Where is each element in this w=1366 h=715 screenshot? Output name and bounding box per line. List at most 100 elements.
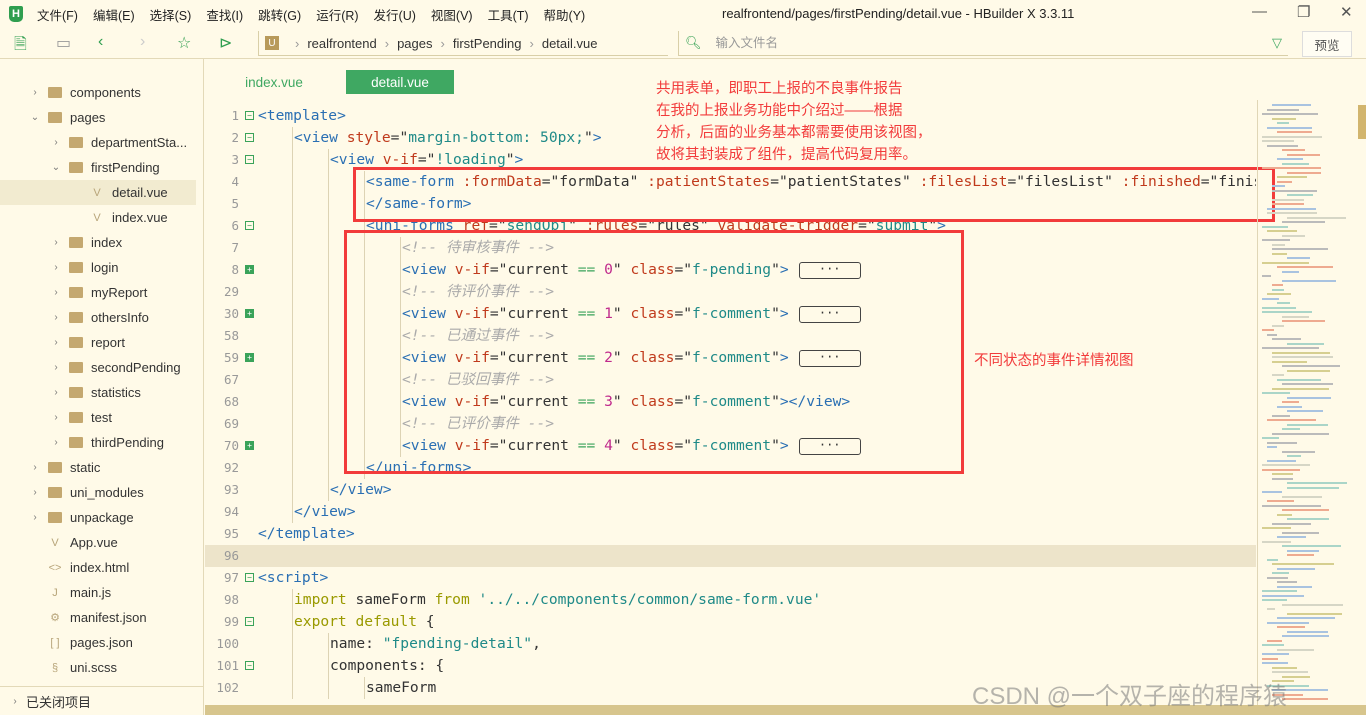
tree-item[interactable]: Vindex.vue [0, 205, 196, 230]
minimap-bar [1262, 590, 1297, 592]
collapse-fold-icon[interactable]: − [245, 155, 254, 164]
tree-item[interactable]: § uni.scss [0, 655, 196, 680]
breadcrumb-item[interactable]: pages [397, 36, 432, 51]
tree-item[interactable]: V App.vue [0, 530, 196, 555]
minimap-bar [1267, 333, 1277, 336]
annotation-line: 共用表单，即职工上报的不良事件报告 [656, 81, 903, 97]
minimap-bar [1262, 464, 1311, 466]
closed-projects[interactable]: › 已关闭项目 [0, 686, 204, 715]
collapse-fold-icon[interactable]: − [245, 573, 254, 582]
chevron-right-icon: › [54, 237, 58, 248]
tree-item[interactable]: Vdetail.vue [0, 180, 196, 205]
tree-item[interactable]: › statistics [0, 380, 196, 405]
minimap-bar [1272, 473, 1293, 475]
tree-item[interactable]: ⌄ pages [0, 105, 196, 130]
new-file-icon[interactable]: 🗎 [14, 33, 27, 60]
filter-icon[interactable]: ▽ [1272, 35, 1282, 51]
minimap-bar [1262, 113, 1319, 115]
restore-icon[interactable]: ❐ [1297, 3, 1310, 21]
chevron-right-icon: › [33, 87, 37, 98]
minimize-icon[interactable]: — [1252, 3, 1267, 20]
close-icon[interactable]: ✕ [1340, 3, 1353, 21]
tree-item[interactable]: › uni_modules [0, 480, 196, 505]
tab-detail-vue[interactable]: detail.vue [346, 70, 454, 94]
indent-guide [292, 347, 293, 369]
breadcrumb-item[interactable]: detail.vue [542, 36, 598, 51]
tree-item-label: departmentSta... [91, 135, 188, 150]
minimap-bar [1287, 554, 1314, 556]
tree-item[interactable]: ⚙ manifest.json [0, 605, 196, 630]
tab-index-vue[interactable]: index.vue [219, 70, 329, 94]
tree-item[interactable]: › login [0, 255, 196, 280]
menu-item[interactable]: 跳转(G) [258, 5, 301, 24]
collapse-fold-icon[interactable]: − [245, 111, 254, 120]
minimap-bar [1262, 594, 1305, 597]
code-text: </view> [294, 501, 356, 523]
file-search-input[interactable] [715, 36, 1256, 50]
tree-item[interactable]: › static [0, 455, 196, 480]
tree-item[interactable]: › index [0, 230, 196, 255]
back-icon[interactable]: ‹ [98, 33, 103, 51]
tree-item[interactable]: › unpackage [0, 505, 196, 530]
expand-fold-icon[interactable]: + [245, 309, 254, 318]
collapse-fold-icon[interactable]: − [245, 617, 254, 626]
breadcrumb-item[interactable]: realfrontend [307, 36, 376, 51]
tree-item-label: detail.vue [112, 185, 168, 200]
expand-fold-icon[interactable]: + [245, 353, 254, 362]
chevron-right-icon: › [54, 387, 58, 398]
collapse-fold-icon[interactable]: − [245, 661, 254, 670]
tree-item[interactable]: › othersInfo [0, 305, 196, 330]
indent-guide [292, 193, 293, 215]
tree-item[interactable]: › report [0, 330, 196, 355]
minimap-bar [1267, 126, 1312, 129]
menu-item[interactable]: 帮助(Y) [544, 5, 586, 24]
minimap-bar [1272, 288, 1284, 291]
tree-item[interactable]: › thirdPending [0, 430, 196, 455]
menu-item[interactable]: 查找(I) [206, 5, 243, 24]
minimap-bar [1272, 243, 1285, 246]
indent-guide [328, 347, 329, 369]
minimap[interactable] [1257, 100, 1357, 705]
json-file-icon: [ ] [50, 636, 60, 649]
minimap-bar [1282, 149, 1306, 151]
tree-item[interactable]: › departmentSta... [0, 130, 196, 155]
menu-item[interactable]: 视图(V) [431, 5, 473, 24]
menu-item[interactable]: 工具(T) [488, 5, 529, 24]
menu-item[interactable]: 编辑(E) [93, 5, 135, 24]
menu-item[interactable]: 发行(U) [374, 5, 416, 24]
minimap-bar [1262, 140, 1295, 142]
tree-item[interactable]: [ ] pages.json [0, 630, 196, 655]
tree-item[interactable]: › test [0, 405, 196, 430]
tree-item[interactable]: <> index.html [0, 555, 196, 580]
tree-item[interactable]: › components [0, 80, 196, 105]
save-icon[interactable]: ▭ [56, 33, 71, 53]
menu-item[interactable]: 文件(F) [37, 5, 78, 24]
js-file-icon: J [52, 586, 58, 599]
expand-fold-icon[interactable]: + [245, 441, 254, 450]
tree-item[interactable]: Jmain.js [0, 580, 196, 605]
collapse-fold-icon[interactable]: − [245, 221, 254, 230]
run-icon[interactable]: ⊳ [219, 33, 232, 53]
minimap-bar [1262, 662, 1289, 664]
forward-icon[interactable]: › [140, 33, 145, 51]
menu-item[interactable]: 选择(S) [150, 5, 192, 24]
toolbar: 🗎 ▭ ‹ › ☆ ⊳ U › realfrontend › pages › firstP… [0, 28, 1366, 59]
tree-item[interactable]: ⌄ firstPending [0, 155, 196, 180]
menu-item[interactable]: 运行(R) [316, 5, 358, 24]
minimap-bar [1282, 531, 1319, 534]
line-number: 102 [216, 680, 239, 695]
indent-guide [292, 281, 293, 303]
star-icon[interactable]: ☆ [177, 33, 191, 53]
chevron-right-icon: › [54, 137, 58, 148]
minimap-bar [1262, 261, 1309, 264]
folder-icon [69, 412, 83, 423]
preview-button[interactable]: 预览 [1302, 31, 1352, 57]
vertical-scrollbar[interactable] [1358, 105, 1366, 139]
tree-item[interactable]: › secondPending [0, 355, 196, 380]
code-line: 101− components: { [205, 655, 1256, 677]
tree-item[interactable]: › myReport [0, 280, 196, 305]
expand-fold-icon[interactable]: + [245, 265, 254, 274]
breadcrumb-item[interactable]: firstPending [453, 36, 522, 51]
token-plain: sameForm [366, 679, 437, 696]
collapse-fold-icon[interactable]: − [245, 133, 254, 142]
